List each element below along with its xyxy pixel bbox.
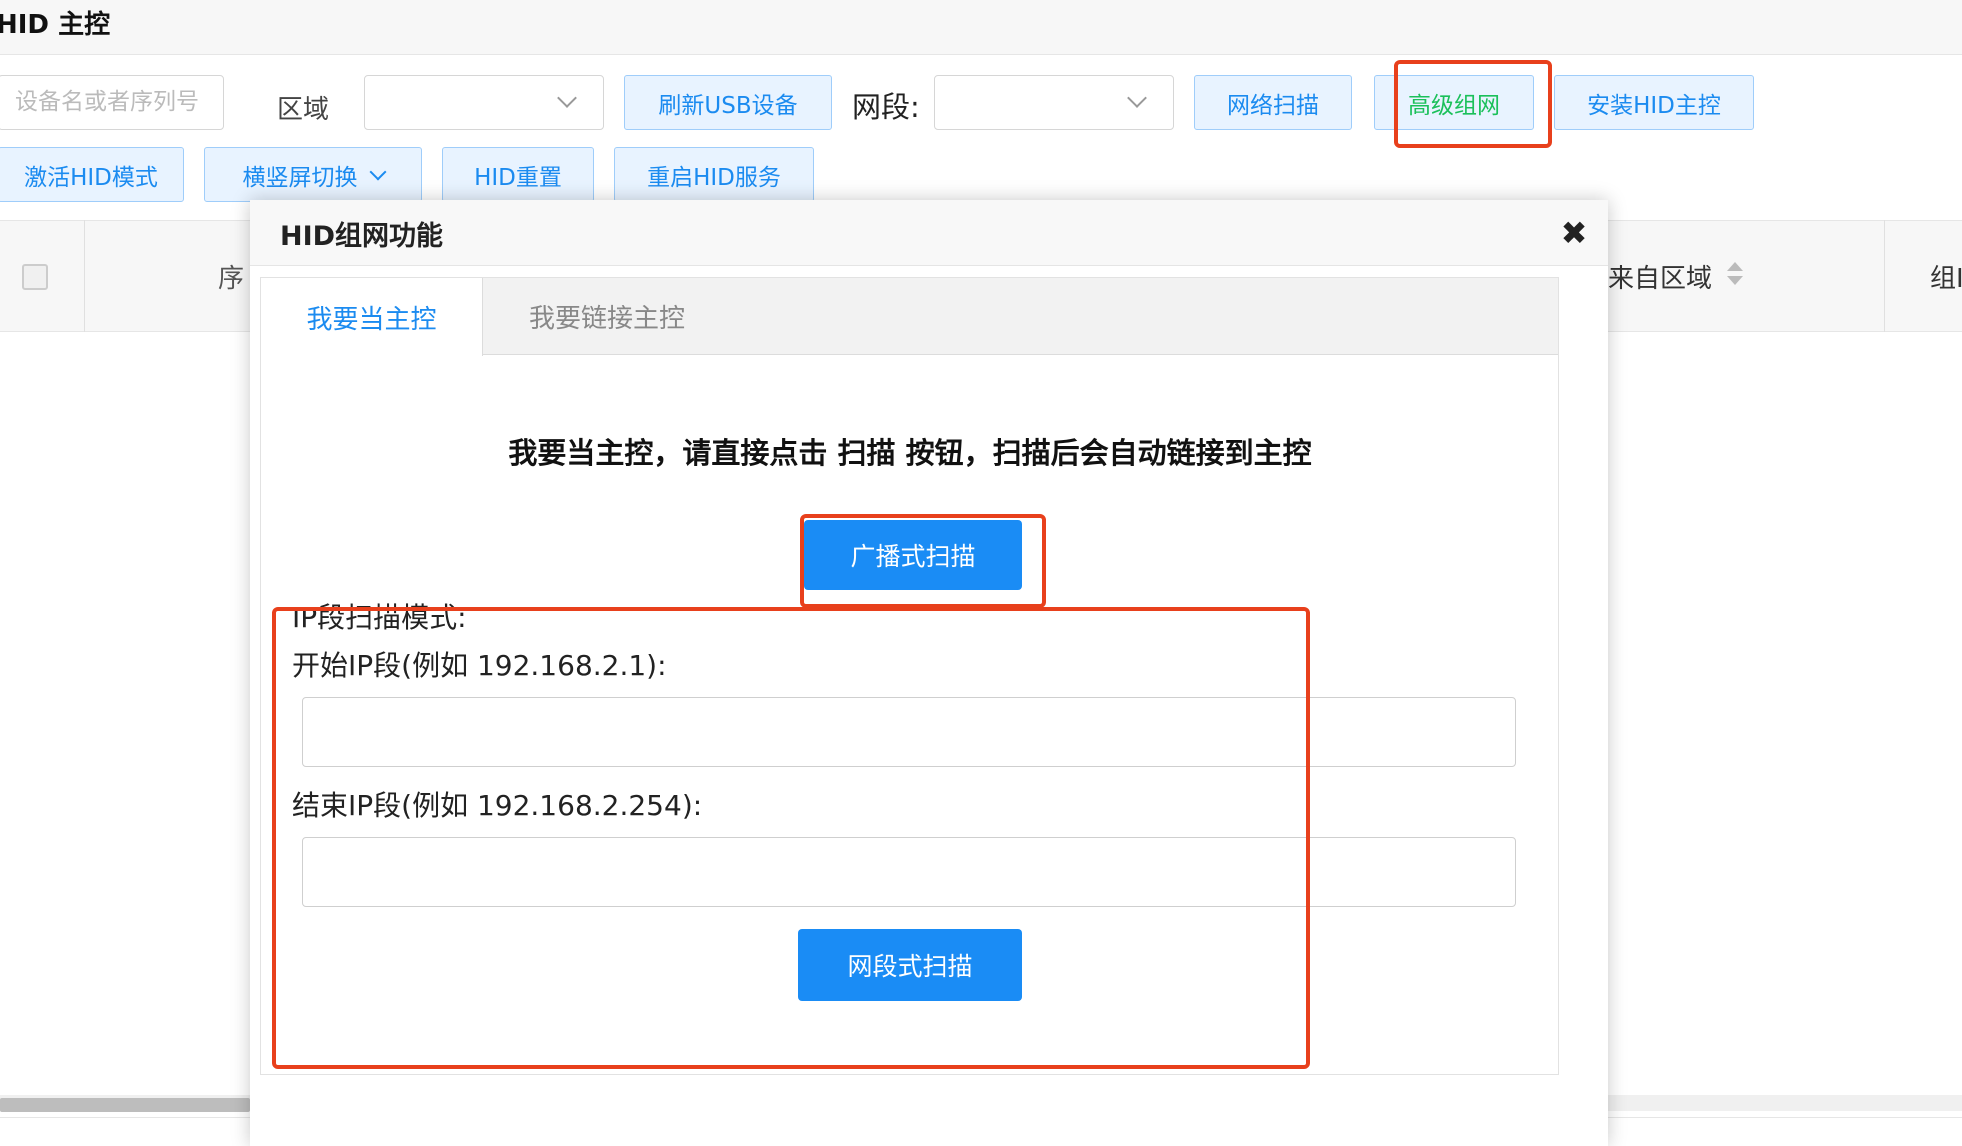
- network-scan-button[interactable]: 网络扫描: [1194, 75, 1352, 130]
- column-header-region[interactable]: 来自区域: [1608, 258, 1712, 295]
- region-select[interactable]: [364, 75, 604, 130]
- highlight-box-broadcast: [800, 514, 1046, 608]
- highlight-box-ip-scan: [272, 607, 1310, 1069]
- install-hid-button[interactable]: 安装HID主控: [1554, 75, 1754, 130]
- activate-hid-button[interactable]: 激活HID模式: [0, 147, 184, 202]
- page-title: HID 主控: [0, 10, 111, 40]
- orientation-toggle-label: 横竖屏切换: [242, 164, 358, 191]
- region-label: 区域: [277, 95, 330, 125]
- modal-header: [250, 200, 1608, 266]
- segment-select[interactable]: [934, 75, 1174, 130]
- page-header: [0, 0, 1962, 55]
- chevron-down-icon: [1127, 88, 1147, 108]
- tab-connect-master[interactable]: 我要链接主控: [484, 278, 730, 355]
- refresh-usb-button[interactable]: 刷新USB设备: [624, 75, 832, 130]
- close-icon[interactable]: ✖: [1556, 215, 1592, 251]
- chevron-down-icon: [369, 163, 386, 180]
- orientation-toggle-button[interactable]: 横竖屏切换: [204, 147, 422, 202]
- select-all-checkbox[interactable]: [22, 264, 48, 290]
- sort-down-icon[interactable]: [1727, 276, 1743, 285]
- search-input[interactable]: 设备名或者序列号: [0, 75, 224, 130]
- sort-up-icon[interactable]: [1727, 262, 1743, 271]
- scrollbar-thumb[interactable]: [0, 1098, 250, 1112]
- column-header-group: 组Ⅰ: [1930, 264, 1962, 294]
- column-header-index: 序: [218, 264, 245, 294]
- hid-reset-button[interactable]: HID重置: [442, 147, 594, 202]
- instruction-text: 我要当主控，请直接点击 扫描 按钮，扫描后会自动链接到主控: [508, 436, 1312, 470]
- modal-title: HID组网功能: [280, 221, 444, 252]
- chevron-down-icon: [557, 88, 577, 108]
- segment-label: 网段:: [852, 90, 920, 124]
- column-divider: [1884, 220, 1885, 332]
- tab-be-master[interactable]: 我要当主控: [261, 278, 483, 356]
- restart-hid-service-button[interactable]: 重启HID服务: [614, 147, 814, 202]
- highlight-box-advanced: [1394, 60, 1552, 148]
- column-divider: [84, 220, 85, 332]
